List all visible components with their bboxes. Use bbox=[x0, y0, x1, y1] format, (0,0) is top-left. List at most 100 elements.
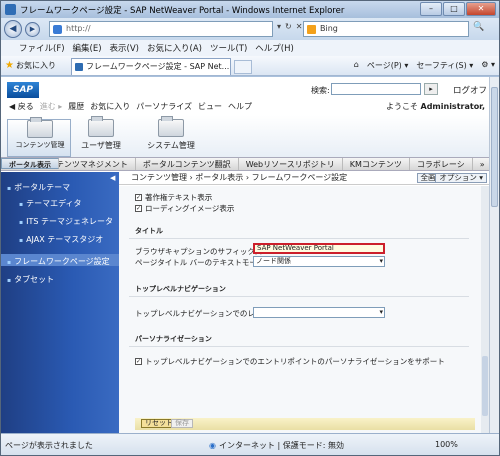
section-top-nav: トップレベルナビゲーション bbox=[135, 285, 226, 293]
role-user-admin[interactable]: ユーザ管理 bbox=[69, 116, 133, 151]
subnav-web-resource[interactable]: Webリソースリポジトリ bbox=[239, 158, 343, 170]
chevron-down-icon: ▾ bbox=[379, 308, 383, 316]
text-mode-value: ノード関係 bbox=[256, 257, 291, 265]
nav-portal-theme[interactable]: ポータルテーマ bbox=[7, 182, 70, 193]
search-input[interactable]: Bing bbox=[303, 21, 469, 37]
subnav-portal-display[interactable]: ポータル表示 bbox=[1, 158, 59, 169]
main-content: コンテンツ管理 › ポータル表示 › フレームワークページ設定 全画面 オプショ… bbox=[119, 172, 489, 433]
nav-ajax-theme-studio[interactable]: AJAX テーマスタジオ bbox=[19, 234, 103, 245]
divider bbox=[129, 346, 469, 347]
back-icon[interactable]: ◀ bbox=[4, 20, 22, 38]
favorites-bar: ★ お気に入り フレームワークページ設定 - SAP Net... ⌂ ページ(… bbox=[1, 56, 499, 76]
copyright-checkbox[interactable]: ✓ bbox=[135, 194, 142, 201]
menu-tools[interactable]: ツール(T) bbox=[210, 42, 247, 54]
personalization-checkbox-row[interactable]: ✓ トップレベルナビゲーションでのエントリポイントのパーソナライゼーションをサポ… bbox=[135, 356, 445, 367]
divider bbox=[129, 238, 469, 239]
personalization-checkbox[interactable]: ✓ bbox=[135, 358, 142, 365]
tools-gear-icon[interactable]: ⚙ ▾ bbox=[481, 60, 495, 71]
menu-file[interactable]: ファイル(F) bbox=[19, 42, 65, 54]
sap-favorites-link[interactable]: お気に入り bbox=[90, 101, 130, 112]
welcome-label: ようこそ bbox=[385, 102, 418, 111]
user-name: Administrator, bbox=[420, 102, 486, 111]
close-button[interactable]: ✕ bbox=[466, 2, 496, 16]
text-mode-select[interactable]: ノード関係 ▾ bbox=[253, 256, 385, 267]
url-input[interactable]: http:// bbox=[49, 21, 273, 37]
content-scrollbar[interactable] bbox=[481, 186, 489, 433]
sap-search-button[interactable]: ▸ bbox=[424, 83, 438, 95]
section-personalization: パーソナライゼーション bbox=[135, 335, 212, 343]
search-icon[interactable]: 🔍 bbox=[473, 22, 484, 32]
forward-icon[interactable]: ▶ bbox=[25, 21, 40, 37]
star-icon: ★ bbox=[5, 60, 14, 71]
zoom-level[interactable]: 100% bbox=[435, 440, 458, 449]
role-system-admin[interactable]: システム管理 bbox=[139, 116, 203, 151]
history-link[interactable]: 履歴 bbox=[68, 101, 84, 112]
loading-image-label: ローディングイメージ表示 bbox=[145, 204, 235, 213]
role-label: コンテンツ管理 bbox=[15, 141, 65, 149]
loading-image-checkbox[interactable]: ✓ bbox=[135, 205, 142, 212]
address-toolbar: ◀ ▶ http:// ▾ ↻ ✕ Bing 🔍 bbox=[1, 18, 499, 40]
subnav-more[interactable]: » bbox=[473, 158, 489, 170]
section-title: タイトル bbox=[135, 227, 163, 235]
new-tab-button[interactable] bbox=[234, 60, 252, 74]
scroll-thumb[interactable] bbox=[482, 356, 488, 416]
nav-its-theme-generator[interactable]: ITS テーマジェネレータ bbox=[19, 216, 113, 227]
menu-favorites[interactable]: お気に入り(A) bbox=[147, 42, 202, 54]
subnav-collaboration[interactable]: コラボレーシ bbox=[410, 158, 473, 170]
favorites-button[interactable]: ★ お気に入り bbox=[5, 60, 56, 71]
suffix-input[interactable]: SAP NetWeaver Portal bbox=[253, 243, 385, 254]
role-bar: コンテンツ管理 ユーザ管理 システム管理 bbox=[1, 115, 489, 159]
options-button[interactable]: オプション ▾ bbox=[435, 173, 487, 183]
view-link[interactable]: ビュー bbox=[198, 101, 222, 112]
suffix-label: ブラウザキャプションのサフィックス bbox=[135, 247, 263, 256]
dropdown-icon[interactable]: ▾ bbox=[277, 22, 281, 31]
help-link[interactable]: ヘルプ bbox=[228, 101, 252, 112]
page-scrollbar[interactable] bbox=[489, 77, 499, 433]
subnav-km-content[interactable]: KMコンテンツ bbox=[343, 158, 410, 170]
safety-menu[interactable]: セーフティ(S) ▾ bbox=[416, 60, 473, 71]
menu-view[interactable]: 表示(V) bbox=[110, 42, 139, 54]
refresh-icon[interactable]: ↻ bbox=[285, 22, 292, 31]
loading-image-checkbox-row[interactable]: ✓ ローディングイメージ表示 bbox=[135, 203, 234, 214]
collapse-icon[interactable]: ◀ bbox=[110, 174, 117, 182]
settings-form: ✓ 著作権テキスト表示 ✓ ローディングイメージ表示 タイトル ブラウザキャプシ… bbox=[119, 186, 481, 433]
stop-icon[interactable]: ✕ bbox=[296, 22, 303, 31]
sap-search-label: 検索: bbox=[311, 86, 330, 95]
maximize-button[interactable]: □ bbox=[443, 2, 465, 16]
sap-logo: SAP bbox=[7, 82, 39, 98]
zone-text: インターネット | 保護モード: 無効 bbox=[209, 440, 344, 451]
nav-framework-page-settings[interactable]: フレームワークページ設定 bbox=[7, 256, 110, 267]
ie-icon bbox=[5, 4, 16, 15]
sap-forward-link[interactable]: 進む ▸ bbox=[40, 101, 63, 112]
sap-back-link[interactable]: ◀ 戻る bbox=[9, 101, 34, 112]
nav-level-select[interactable]: ▾ bbox=[253, 307, 385, 318]
browser-tab[interactable]: フレームワークページ設定 - SAP Net... bbox=[71, 58, 231, 75]
status-bar: ページが表示されました インターネット | 保護モード: 無効 100% bbox=[1, 433, 499, 455]
text-mode-label: ページタイトル バーのテキストモード : bbox=[135, 258, 270, 267]
sub-navigation: ポータルコンテンツマネジメント ポータルコンテンツ翻訳 ポータル表示 Webリソ… bbox=[1, 157, 489, 171]
logoff-link[interactable]: ログオフ bbox=[453, 84, 487, 96]
menu-edit[interactable]: 編集(E) bbox=[73, 42, 102, 54]
page-scroll-thumb[interactable] bbox=[491, 87, 498, 207]
folder-icon bbox=[88, 116, 114, 137]
menu-help[interactable]: ヘルプ(H) bbox=[255, 42, 294, 54]
personalize-link[interactable]: パーソナライズ bbox=[136, 101, 192, 112]
minimize-button[interactable]: – bbox=[420, 2, 442, 16]
nav-tabset[interactable]: タブセット bbox=[7, 274, 54, 285]
copyright-label: 著作権テキスト表示 bbox=[145, 193, 213, 202]
role-content-admin[interactable]: コンテンツ管理 bbox=[7, 117, 71, 157]
home-icon[interactable]: ⌂ bbox=[354, 60, 359, 71]
sap-header: SAP 検索: ▸ ログオフ ◀ 戻る 進む ▸ 履歴 お気に入り パーソナライ… bbox=[1, 77, 489, 117]
save-button[interactable]: 保存 bbox=[171, 419, 193, 428]
chevron-down-icon: ▾ bbox=[379, 257, 383, 265]
favorites-label: お気に入り bbox=[15, 61, 56, 70]
detailed-navigation: ◀ ポータルテーマ テーマエディタ ITS テーマジェネレータ AJAX テーマ… bbox=[1, 172, 119, 433]
page-menu[interactable]: ページ(P) ▾ bbox=[367, 60, 408, 71]
sap-search-input[interactable] bbox=[331, 83, 421, 95]
divider bbox=[129, 296, 469, 297]
page-viewport: SAP 検索: ▸ ログオフ ◀ 戻る 進む ▸ 履歴 お気に入り パーソナライ… bbox=[1, 77, 489, 433]
status-text: ページが表示されました bbox=[5, 441, 93, 450]
copyright-checkbox-row[interactable]: ✓ 著作権テキスト表示 bbox=[135, 192, 212, 203]
subnav-translation[interactable]: ポータルコンテンツ翻訳 bbox=[136, 158, 239, 170]
nav-theme-editor[interactable]: テーマエディタ bbox=[19, 198, 81, 209]
